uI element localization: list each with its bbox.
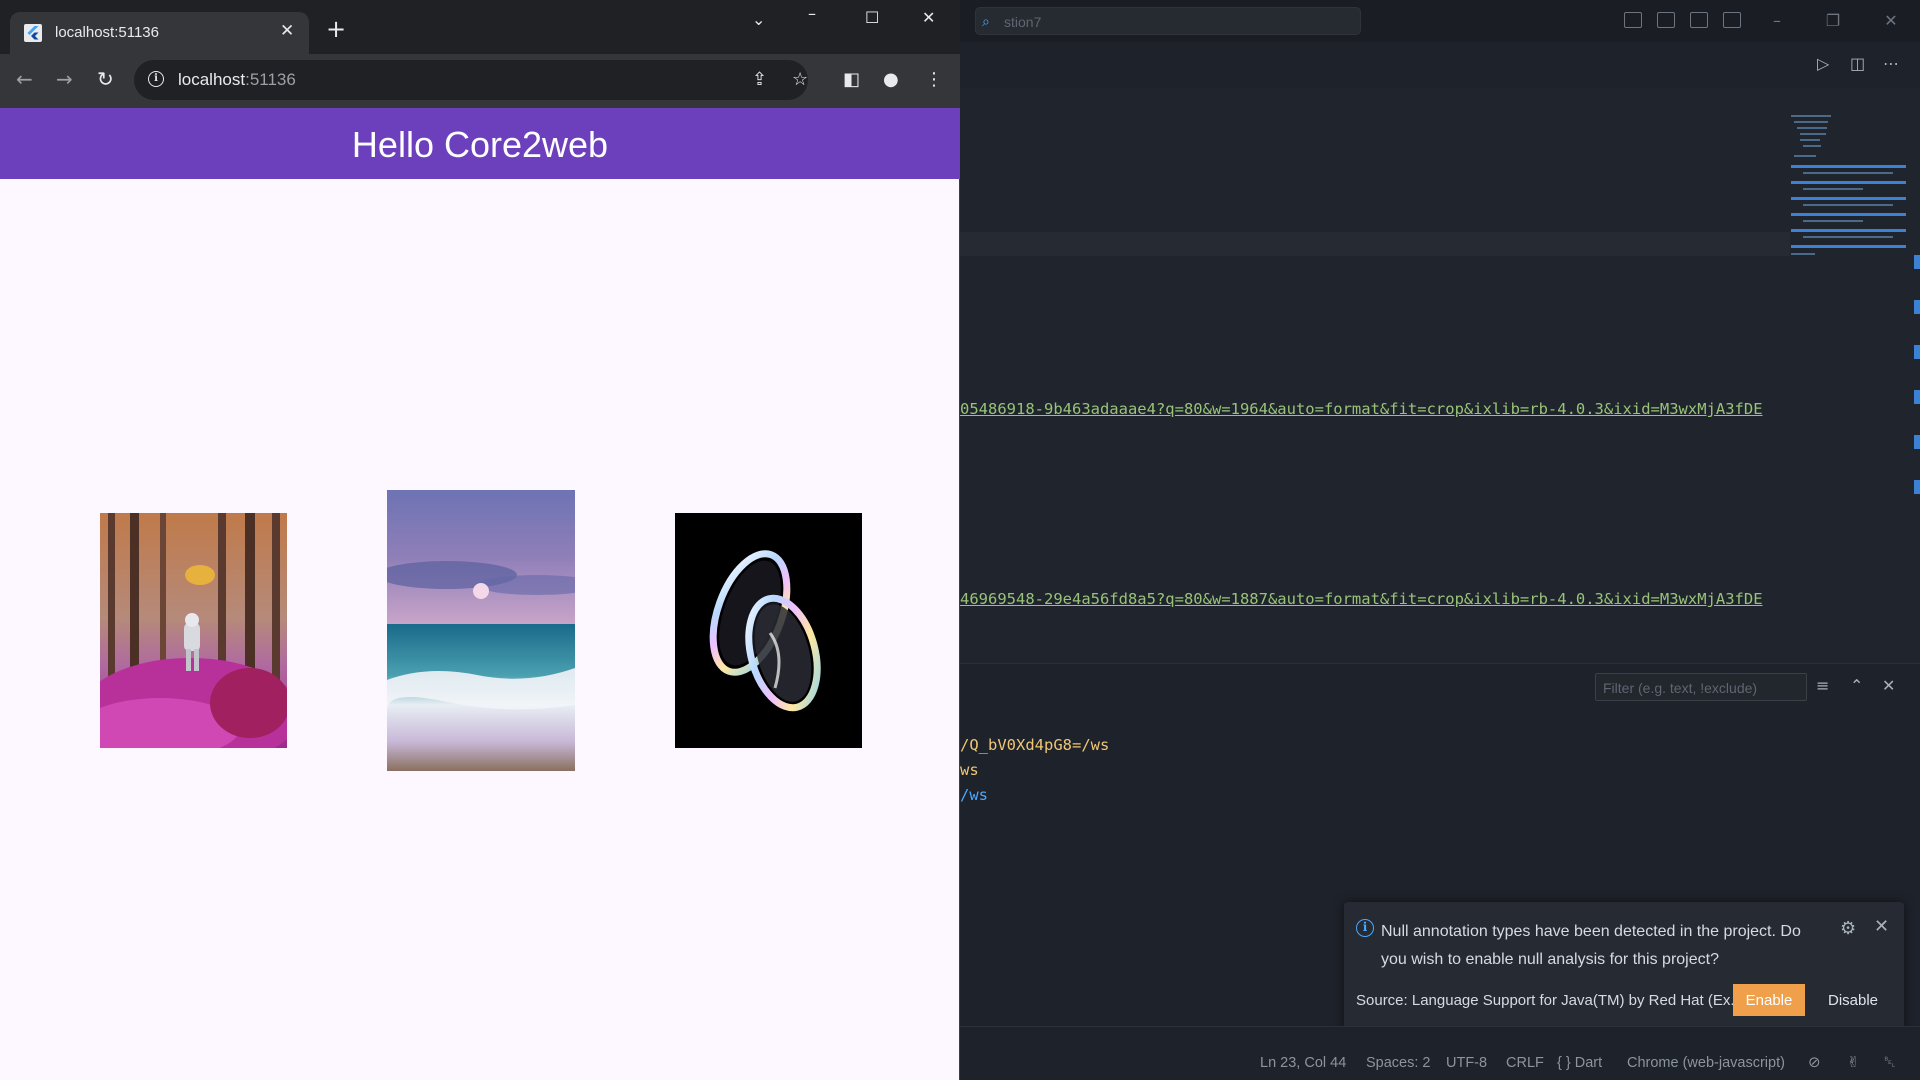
split-editor-icon[interactable]: ◫ (1850, 54, 1865, 73)
tab-search-chevron-icon[interactable]: ⌄ (752, 10, 765, 29)
flutter-favicon-icon (24, 24, 42, 42)
chrome-menu-icon[interactable]: ⋮ (925, 69, 943, 90)
url-text[interactable]: localhost:51136 (178, 70, 296, 90)
iridescent-glass-image (675, 513, 862, 748)
customize-layout-icon[interactable] (1723, 12, 1741, 28)
status-encoding[interactable]: UTF-8 (1446, 1055, 1487, 1071)
output-line: ws (960, 761, 979, 779)
bookmark-star-icon[interactable]: ☆ (792, 69, 808, 90)
code-line[interactable]: 46969548-29e4a56fd8a5?q=80&w=1887&auto=f… (960, 590, 1763, 608)
profile-avatar-icon[interactable]: ● (883, 69, 899, 90)
chrome-window: localhost:51136 ✕ + ⌄ – ☐ ✕ ← → ↻ i loca… (0, 0, 960, 1080)
clear-output-icon[interactable]: ≡ (1816, 676, 1829, 695)
tab-close-icon[interactable]: ✕ (280, 21, 294, 41)
reload-icon[interactable]: ↻ (97, 67, 114, 91)
status-device[interactable]: Chrome (web-javascript) (1627, 1055, 1785, 1071)
vscode-minimize-icon[interactable]: – (1762, 8, 1792, 34)
feedback-icon[interactable]: ✌ (1847, 1053, 1860, 1071)
status-language[interactable]: { } Dart (1557, 1055, 1602, 1071)
run-icon[interactable]: ▷ (1817, 54, 1829, 73)
info-icon: i (1356, 919, 1374, 937)
toggle-panel-icon[interactable] (1657, 12, 1675, 28)
enable-button[interactable]: Enable (1733, 984, 1805, 1016)
forward-arrow-icon[interactable]: → (56, 67, 73, 91)
tab-strip: localhost:51136 ✕ + ⌄ – ☐ ✕ (0, 0, 960, 54)
chrome-maximize-icon[interactable]: ☐ (865, 8, 879, 27)
output-line: /ws (960, 786, 988, 804)
address-bar[interactable]: i localhost:51136 (134, 60, 808, 100)
command-center-text: stion7 (1004, 14, 1042, 30)
site-info-icon[interactable]: i (148, 71, 164, 87)
back-arrow-icon[interactable]: ← (16, 67, 33, 91)
notification-toast: i Null annotation types have been detect… (1344, 902, 1904, 1034)
chrome-minimize-icon[interactable]: – (808, 4, 816, 23)
command-center-search[interactable]: ⌕ stion7 (975, 7, 1361, 35)
browser-tab[interactable]: localhost:51136 ✕ (10, 12, 309, 54)
status-bar (960, 1026, 1920, 1080)
close-panel-icon[interactable]: ✕ (1882, 676, 1895, 695)
status-indentation[interactable]: Spaces: 2 (1366, 1055, 1431, 1071)
tab-title: localhost:51136 (55, 24, 159, 41)
notification-source: Source: Language Support for Java(TM) by… (1356, 992, 1743, 1009)
ocean-moon-image (387, 490, 575, 771)
search-icon: ⌕ (982, 13, 990, 29)
share-icon[interactable]: ⇪ (752, 69, 767, 90)
toggle-primary-sidebar-icon[interactable] (1624, 12, 1642, 28)
code-editor[interactable] (960, 88, 1920, 663)
maximize-panel-icon[interactable]: ⌃ (1850, 676, 1863, 695)
side-panel-icon[interactable]: ◧ (843, 69, 860, 90)
close-icon[interactable]: ✕ (1874, 916, 1889, 937)
code-line[interactable]: 05486918-9b463adaaae4?q=80&w=1964&auto=f… (960, 400, 1763, 418)
vscode-close-icon[interactable]: ✕ (1876, 8, 1906, 34)
disable-button[interactable]: Disable (1814, 984, 1892, 1016)
toggle-secondary-sidebar-icon[interactable] (1690, 12, 1708, 28)
output-line: /Q_bV0Xd4pG8=/ws (960, 736, 1110, 754)
notifications-bell-icon[interactable]: ␇ (1884, 1053, 1896, 1071)
vscode-restore-icon[interactable]: ❐ (1818, 8, 1848, 34)
editor-toolbar (960, 42, 1920, 88)
panel-filter-input[interactable]: Filter (e.g. text, !exclude) (1595, 673, 1807, 701)
more-actions-icon[interactable]: ⋯ (1883, 54, 1899, 73)
status-cursor-position[interactable]: Ln 23, Col 44 (1260, 1055, 1346, 1071)
new-tab-icon[interactable]: + (326, 15, 346, 43)
status-eol[interactable]: CRLF (1506, 1055, 1544, 1071)
minimap[interactable] (1788, 110, 1906, 265)
copilot-icon[interactable]: ⊘ (1808, 1053, 1821, 1071)
app-bar-title: Hello Core2web (351, 124, 609, 165)
chrome-close-icon[interactable]: ✕ (922, 8, 935, 27)
current-line-highlight (960, 232, 1790, 256)
astronaut-forest-image (100, 513, 287, 748)
gear-icon[interactable]: ⚙ (1840, 918, 1856, 939)
app-bar: Hello Core2web (0, 108, 960, 179)
notification-message: Null annotation types have been detected… (1381, 923, 1801, 968)
